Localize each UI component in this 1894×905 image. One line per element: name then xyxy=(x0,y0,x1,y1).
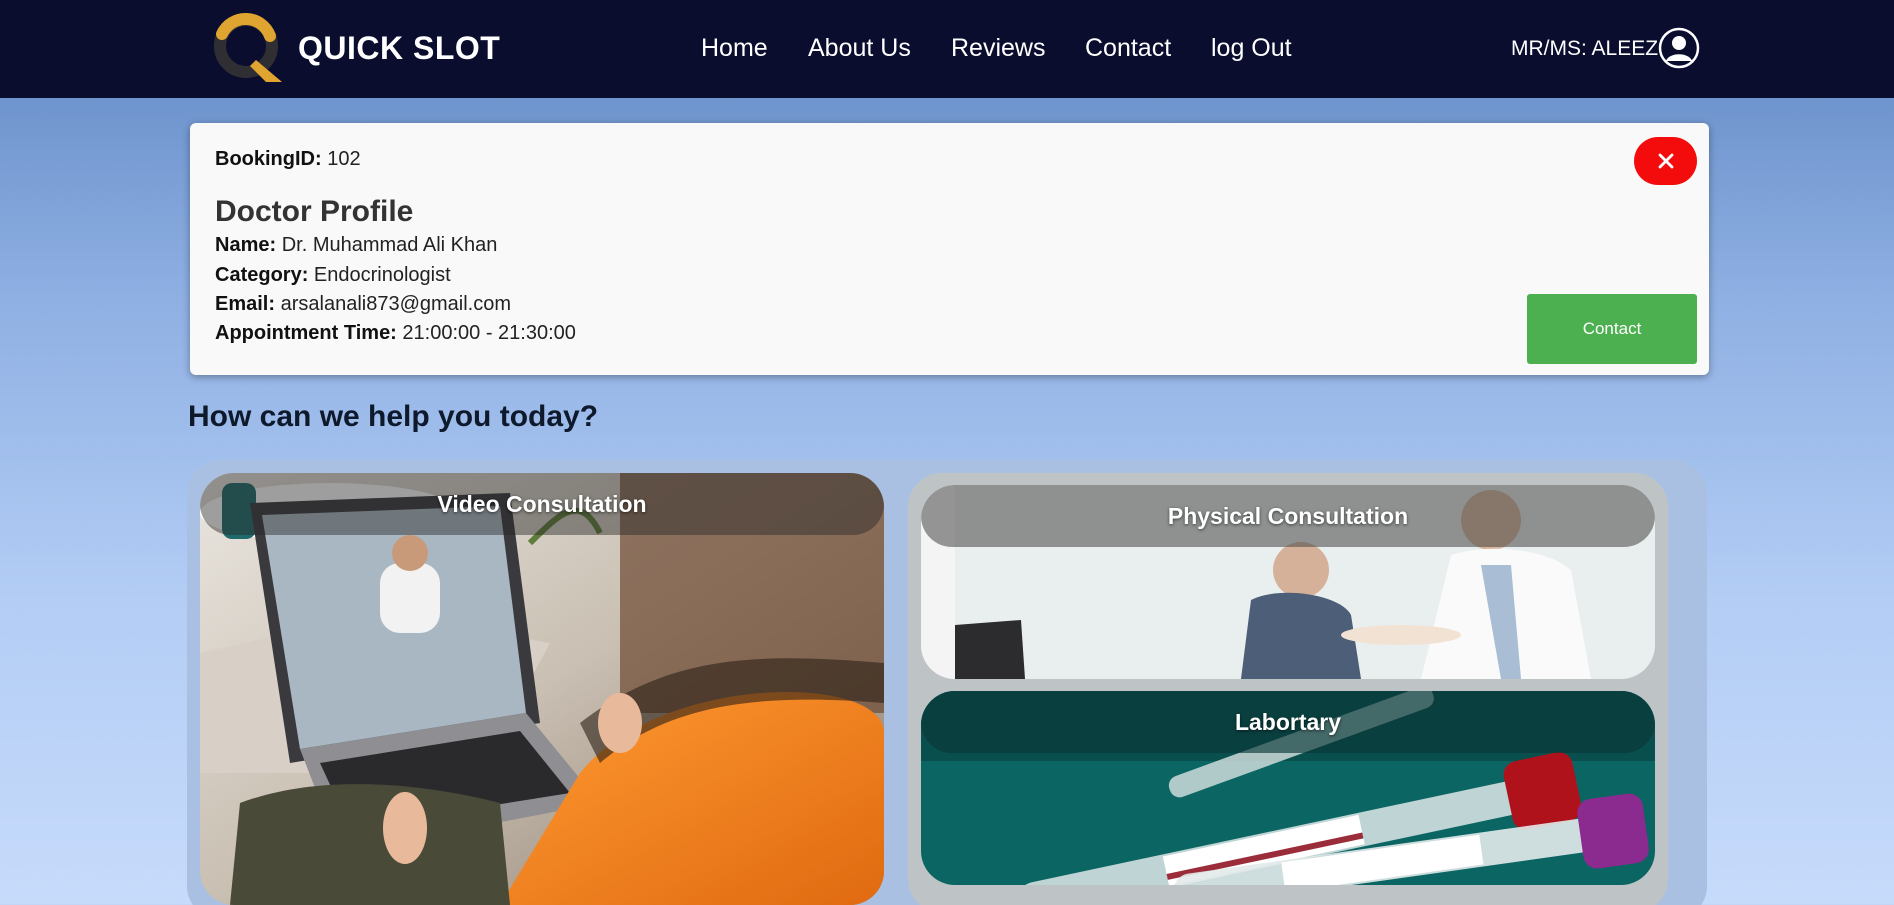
doctor-category-label: Category: xyxy=(215,264,309,286)
doctor-name-label: Name: xyxy=(215,234,277,256)
video-consultation-card[interactable]: Video Consultation xyxy=(200,473,884,905)
physical-consultation-label-bar: Physical Consultation xyxy=(921,485,1655,547)
doctor-name-row: Name: Dr. Muhammad Ali Khan xyxy=(215,234,497,257)
close-button[interactable] xyxy=(1634,137,1697,185)
doctor-category-row: Category: Endocrinologist xyxy=(215,264,451,287)
nav-contact[interactable]: Contact xyxy=(1085,34,1171,63)
video-consultation-image xyxy=(200,473,884,905)
laboratory-card[interactable]: Labortary xyxy=(921,691,1655,885)
physical-consultation-label: Physical Consultation xyxy=(1167,502,1409,529)
help-heading: How can we help you today? xyxy=(188,400,599,433)
appointment-time-row: Appointment Time: 21:00:00 - 21:30:00 xyxy=(215,322,576,345)
contact-doctor-button[interactable]: Contact xyxy=(1527,294,1697,364)
video-consultation-label-bar: Video Consultation xyxy=(200,473,884,535)
user-avatar-icon[interactable] xyxy=(1658,27,1700,69)
nav-log-out[interactable]: log Out xyxy=(1211,34,1292,63)
laboratory-label: Labortary xyxy=(1234,708,1342,735)
brand-name[interactable]: QUICK SLOT xyxy=(298,30,500,67)
user-greeting: MR/MS: ALEEZ xyxy=(1511,37,1659,60)
laboratory-label-bar: Labortary xyxy=(921,691,1655,753)
appointment-time-label: Appointment Time: xyxy=(215,322,397,344)
nav-home[interactable]: Home xyxy=(701,34,768,63)
doctor-name-value: Dr. Muhammad Ali Khan xyxy=(281,234,498,256)
booking-id-row: BookingID: 102 xyxy=(215,148,361,171)
doctor-email-value: arsalanali873@gmail.com xyxy=(280,293,512,315)
doctor-category-value: Endocrinologist xyxy=(313,264,451,286)
nav-reviews[interactable]: Reviews xyxy=(951,34,1045,63)
doctor-email-label: Email: xyxy=(215,293,276,315)
nav-about-us[interactable]: About Us xyxy=(808,34,911,63)
booking-id-label: BookingID: xyxy=(215,148,322,170)
close-icon xyxy=(1658,153,1673,169)
doctor-email-row: Email: arsalanali873@gmail.com xyxy=(215,293,511,316)
logo-icon[interactable] xyxy=(210,10,286,84)
video-consultation-label: Video Consultation xyxy=(437,490,647,517)
appointment-time-value: 21:00:00 - 21:30:00 xyxy=(402,322,576,344)
physical-consultation-card[interactable]: Physical Consultation xyxy=(921,485,1655,679)
booking-card: BookingID: 102 Doctor Profile Name: Dr. … xyxy=(190,123,1709,375)
doctor-profile-title: Doctor Profile xyxy=(215,195,414,228)
navbar: QUICK SLOT Home About Us Reviews Contact… xyxy=(0,0,1894,98)
booking-id-value: 102 xyxy=(327,148,361,170)
